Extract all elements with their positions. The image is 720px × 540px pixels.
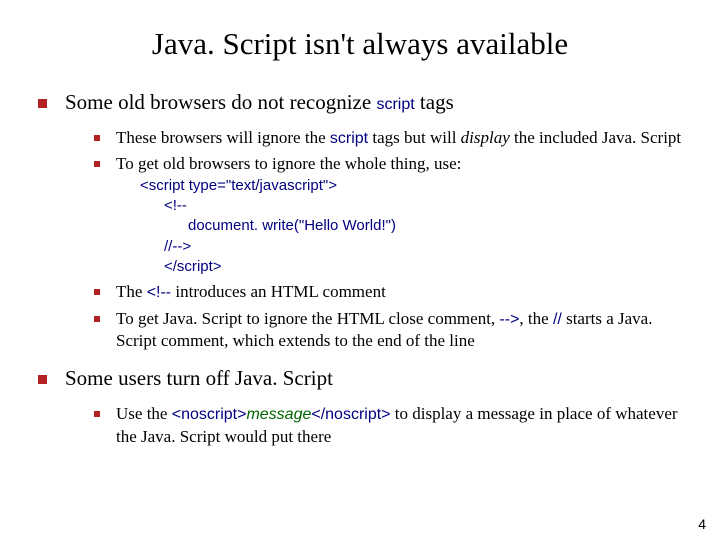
inline-code: script: [330, 130, 368, 147]
text: tags but will: [368, 128, 461, 147]
bullet-sub-4: To get Java. Script to ignore the HTML c…: [94, 308, 684, 353]
italic-code: message: [246, 406, 311, 423]
text: Use the: [116, 404, 172, 423]
square-bullet-icon: [38, 99, 47, 108]
slide-title: Java. Script isn't always available: [36, 26, 684, 62]
text: To get old browsers to ignore the whole …: [116, 154, 461, 173]
slide: Java. Script isn't always available Some…: [0, 0, 720, 472]
code-line: </script>: [164, 257, 684, 277]
square-bullet-icon: [94, 289, 100, 295]
code-line: <!--: [164, 196, 684, 216]
inline-code: </noscript>: [311, 406, 390, 423]
bullet-sub-5: Use the <noscript>message</noscript> to …: [94, 403, 684, 448]
bullet-sub-3: The <!-- introduces an HTML comment: [94, 281, 684, 303]
text: The: [116, 282, 147, 301]
inline-code: script: [376, 96, 414, 113]
square-bullet-icon: [94, 161, 100, 167]
square-bullet-icon: [38, 375, 47, 384]
text: Some old browsers do not recognize: [65, 90, 376, 114]
text: Some users turn off Java. Script: [65, 366, 333, 390]
square-bullet-icon: [94, 135, 100, 141]
code-line: <script type="text/javascript">: [140, 176, 684, 196]
text: To get Java. Script to ignore the HTML c…: [116, 309, 499, 328]
italic-text: display: [461, 128, 510, 147]
text: These browsers will ignore the: [116, 128, 330, 147]
square-bullet-icon: [94, 411, 100, 417]
inline-code: <noscript>: [172, 406, 247, 423]
text: tags: [415, 90, 454, 114]
square-bullet-icon: [94, 316, 100, 322]
bullet-main-1: Some old browsers do not recognize scrip…: [38, 90, 684, 115]
text: the included Java. Script: [510, 128, 681, 147]
bullet-sub-1: These browsers will ignore the script ta…: [94, 127, 684, 149]
code-block: <script type="text/javascript"> <!-- doc…: [140, 176, 684, 277]
inline-code: <!--: [147, 284, 171, 301]
bullet-main-2: Some users turn off Java. Script: [38, 366, 684, 391]
text: , the: [519, 309, 553, 328]
text: introduces an HTML comment: [171, 282, 386, 301]
bullet-sub-2: To get old browsers to ignore the whole …: [94, 153, 684, 277]
inline-code: //: [553, 311, 562, 328]
page-number: 4: [698, 516, 706, 532]
code-line: document. write("Hello World!"): [188, 216, 684, 236]
inline-code: -->: [499, 311, 519, 328]
code-line: //-->: [164, 237, 684, 257]
